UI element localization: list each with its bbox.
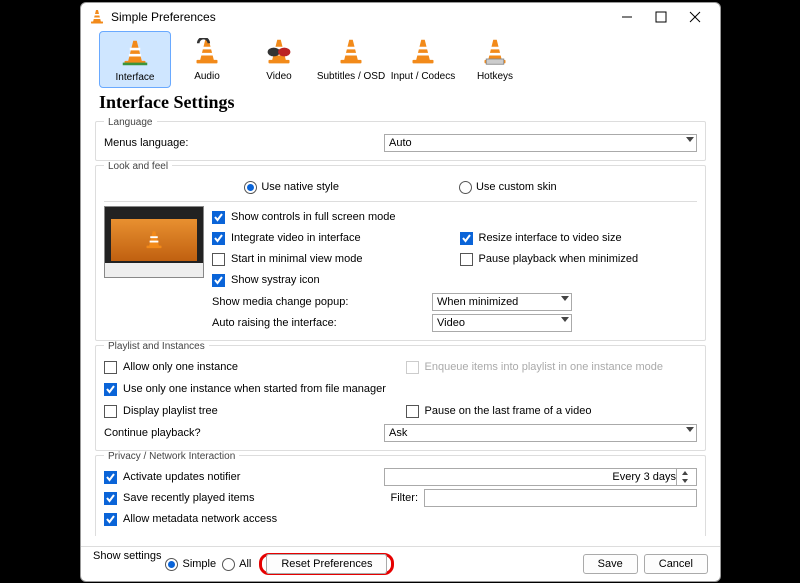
- integrate-video-checkbox[interactable]: Integrate video in interface: [212, 232, 361, 245]
- filter-input[interactable]: [424, 489, 697, 507]
- pause-minimized-checkbox[interactable]: Pause playback when minimized: [460, 253, 639, 266]
- tab-subtitles[interactable]: Subtitles / OSD: [315, 31, 387, 88]
- native-style-radio[interactable]: Use native style: [244, 181, 339, 194]
- one-instance-file-checkbox[interactable]: Use only one instance when started from …: [104, 383, 386, 396]
- minimal-view-checkbox[interactable]: Start in minimal view mode: [212, 253, 362, 266]
- chevron-down-icon: [561, 317, 569, 322]
- continue-playback-label: Continue playback?: [104, 427, 384, 439]
- settings-content: Language Menus language: Auto Look and f…: [81, 117, 720, 546]
- maximize-button[interactable]: [644, 5, 678, 29]
- group-playlist: Playlist and Instances Allow only one in…: [95, 345, 706, 451]
- category-tabs: Interface Audio Video Subtitles / OSD In…: [81, 31, 720, 88]
- spinner-up-icon[interactable]: [677, 469, 692, 477]
- custom-skin-radio[interactable]: Use custom skin: [459, 181, 557, 194]
- chevron-down-icon: [686, 137, 694, 142]
- tab-audio[interactable]: Audio: [171, 31, 243, 88]
- menus-language-label: Menus language:: [104, 137, 384, 149]
- menus-language-select[interactable]: Auto: [384, 134, 697, 152]
- reset-preferences-button[interactable]: Reset Preferences: [266, 554, 387, 574]
- systray-checkbox[interactable]: Show systray icon: [212, 274, 320, 287]
- chevron-down-icon: [561, 296, 569, 301]
- enqueue-checkbox: Enqueue items into playlist in one insta…: [406, 361, 663, 374]
- bottom-bar: Show settings Simple All Reset Preferenc…: [81, 546, 720, 581]
- auto-raise-label: Auto raising the interface:: [212, 317, 432, 329]
- close-button[interactable]: [678, 5, 712, 29]
- fullscreen-controls-checkbox[interactable]: Show controls in full screen mode: [212, 211, 395, 224]
- tab-input-codecs[interactable]: Input / Codecs: [387, 31, 459, 88]
- show-simple-radio[interactable]: Simple: [165, 558, 216, 571]
- cancel-button[interactable]: Cancel: [644, 554, 708, 574]
- updates-notifier-checkbox[interactable]: Activate updates notifier: [104, 471, 384, 484]
- media-change-label: Show media change popup:: [212, 296, 432, 308]
- continue-playback-select[interactable]: Ask: [384, 424, 697, 442]
- group-look-and-feel: Look and feel Use native style Use custo…: [95, 165, 706, 341]
- one-instance-checkbox[interactable]: Allow only one instance: [104, 361, 238, 374]
- vlc-icon: [144, 230, 164, 250]
- pause-last-frame-checkbox[interactable]: Pause on the last frame of a video: [406, 405, 592, 418]
- filter-label: Filter:: [384, 492, 424, 504]
- window-title: Simple Preferences: [111, 10, 610, 24]
- metadata-access-checkbox[interactable]: Allow metadata network access: [104, 513, 277, 526]
- show-settings-label: Show settings: [93, 550, 161, 562]
- spinner-buttons[interactable]: [676, 469, 692, 485]
- chevron-down-icon: [686, 427, 694, 432]
- group-privacy: Privacy / Network Interaction Activate u…: [95, 455, 706, 536]
- updates-interval-spinner[interactable]: Every 3 days: [384, 468, 697, 486]
- tab-hotkeys[interactable]: Hotkeys: [459, 31, 531, 88]
- auto-raise-select[interactable]: Video: [432, 314, 572, 332]
- vlc-icon: [89, 9, 105, 25]
- reset-highlight: Reset Preferences: [259, 553, 394, 575]
- minimize-button[interactable]: [610, 5, 644, 29]
- save-button[interactable]: Save: [583, 554, 638, 574]
- group-language: Language Menus language: Auto: [95, 121, 706, 161]
- media-change-select[interactable]: When minimized: [432, 293, 572, 311]
- preferences-window: Simple Preferences Interface Audio Video…: [80, 2, 721, 582]
- titlebar: Simple Preferences: [81, 3, 720, 31]
- preview-thumbnail: [104, 206, 204, 278]
- tab-video[interactable]: Video: [243, 31, 315, 88]
- spinner-down-icon[interactable]: [677, 477, 692, 485]
- resize-interface-checkbox[interactable]: Resize interface to video size: [460, 232, 622, 245]
- save-recent-checkbox[interactable]: Save recently played items: [104, 492, 384, 505]
- tab-interface[interactable]: Interface: [99, 31, 171, 88]
- page-heading: Interface Settings: [81, 88, 720, 117]
- display-tree-checkbox[interactable]: Display playlist tree: [104, 405, 218, 418]
- show-all-radio[interactable]: All: [222, 558, 251, 571]
